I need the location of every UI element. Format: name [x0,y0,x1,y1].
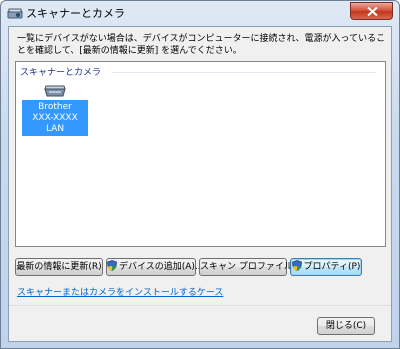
scanner-camera-icon [7,5,23,19]
group-header: スキャナーとカメラ [20,68,102,78]
properties-button[interactable]: プロパティ(P) [290,258,362,276]
shield-icon [107,260,117,277]
title-bar[interactable]: スキャナーとカメラ [1,1,399,25]
add-device-button[interactable]: デバイスの追加(A)... [106,258,204,277]
close-dialog-button[interactable]: 閉じる(C) [317,317,375,335]
group-divider [112,72,376,73]
scanner-icon [43,83,67,98]
device-connection: LAN [45,124,65,134]
dialog-client-area: 一覧にデバイスがない場合は、デバイスがコンピューターに接続され、電源が入っている… [8,26,392,342]
refresh-button[interactable]: 最新の情報に更新(R) [15,258,103,276]
close-button[interactable] [350,2,393,20]
device-list[interactable]: スキャナーとカメラ Brother XXX-XXXX LAN [15,61,386,247]
shield-icon [291,260,302,277]
close-icon [367,7,378,16]
install-help-link[interactable]: スキャナーまたはカメラをインストールするケース [17,285,223,298]
dialog-footer: 閉じる(C) [9,305,391,341]
device-item-brother[interactable]: Brother XXX-XXXX LAN [22,83,88,145]
window-title: スキャナーとカメラ [26,7,125,20]
device-name: Brother [38,102,72,112]
device-model: XXX-XXXX [32,113,78,123]
close-dialog-label: 閉じる(C) [325,321,367,331]
scan-profiles-button[interactable]: スキャン プロファイル(S) [199,258,306,276]
instruction-text: 一覧にデバイスがない場合は、デバイスがコンピューターに接続され、電源が入っている… [17,34,386,56]
window: スキャナーとカメラ 一覧にデバイスがない場合は、デバイスがコンピューターに接続さ… [0,0,400,349]
refresh-label: 最新の情報に更新(R) [16,262,102,272]
add-device-label: デバイスの追加(A)... [119,262,204,272]
properties-label: プロパティ(P) [303,262,361,272]
device-label: Brother XXX-XXXX LAN [22,100,88,136]
